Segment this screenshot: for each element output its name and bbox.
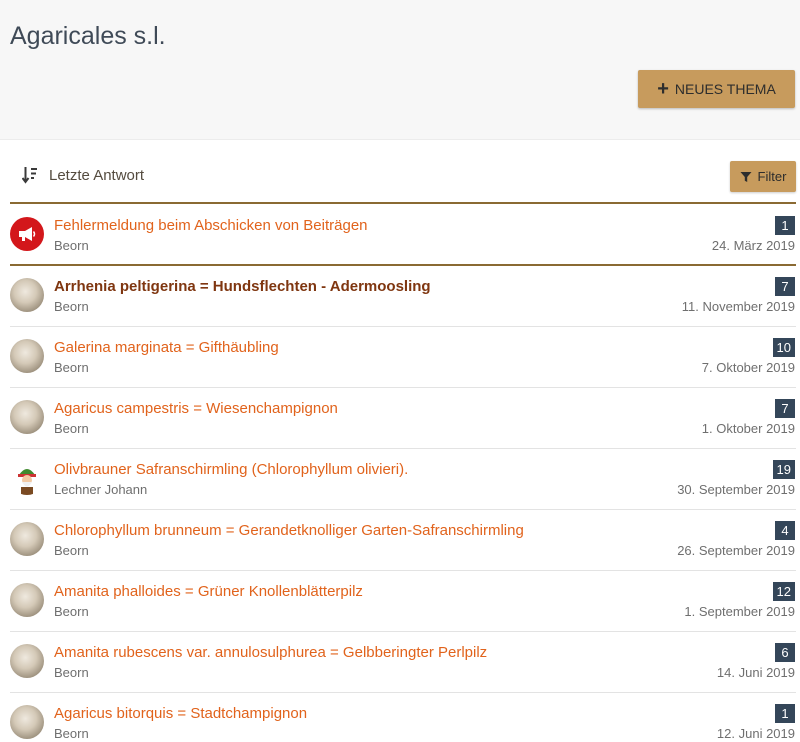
reply-count-badge: 1 bbox=[775, 216, 795, 235]
reply-count-badge: 7 bbox=[775, 399, 795, 418]
topic-author[interactable]: Beorn bbox=[54, 360, 89, 375]
topic-title-link[interactable]: Arrhenia peltigerina = Hundsflechten - A… bbox=[54, 278, 431, 295]
topic-title-link[interactable]: Chlorophyllum brunneum = Gerandetknollig… bbox=[54, 522, 524, 539]
topic-author[interactable]: Beorn bbox=[54, 543, 89, 558]
reply-count-badge: 6 bbox=[775, 643, 795, 662]
new-topic-label: NEUES THEMA bbox=[674, 81, 776, 97]
page-title: Agaricales s.l. bbox=[10, 22, 166, 50]
user-avatar[interactable] bbox=[10, 705, 44, 739]
reply-count-badge: 19 bbox=[772, 460, 795, 479]
last-reply-date[interactable]: 1. Oktober 2019 bbox=[702, 421, 795, 436]
topic-row[interactable]: Olivbrauner Safranschirmling (Chlorophyl… bbox=[10, 449, 796, 510]
reply-count-badge: 7 bbox=[775, 277, 795, 296]
sort-toggle[interactable]: Letzte Antwort bbox=[22, 166, 144, 184]
last-reply-date[interactable]: 14. Juni 2019 bbox=[717, 665, 795, 680]
topic-author[interactable]: Beorn bbox=[54, 299, 89, 314]
topic-row[interactable]: Chlorophyllum brunneum = Gerandetknollig… bbox=[10, 510, 796, 571]
gnome-avatar[interactable] bbox=[10, 461, 44, 495]
filter-button[interactable]: Filter bbox=[730, 161, 796, 192]
topic-author[interactable]: Beorn bbox=[54, 238, 89, 253]
topic-author[interactable]: Beorn bbox=[54, 665, 89, 680]
filter-icon bbox=[740, 171, 752, 182]
topic-list: Fehlermeldung beim Abschicken von Beiträ… bbox=[10, 205, 796, 742]
plus-icon: + bbox=[657, 78, 669, 100]
reply-count-badge: 12 bbox=[772, 582, 795, 601]
topic-author[interactable]: Beorn bbox=[54, 421, 89, 436]
topic-row[interactable]: Agaricus bitorquis = Stadtchampignon Beor… bbox=[10, 693, 796, 742]
topic-title-link[interactable]: Agaricus campestris = Wiesenchampignon bbox=[54, 400, 338, 417]
topic-title-link[interactable]: Galerina marginata = Gifthäubling bbox=[54, 339, 279, 356]
topic-row[interactable]: Galerina marginata = Gifthäubling Beorn 10… bbox=[10, 327, 796, 388]
reply-count-badge: 4 bbox=[775, 521, 795, 540]
last-reply-date[interactable]: 11. November 2019 bbox=[682, 299, 795, 314]
user-avatar[interactable] bbox=[10, 583, 44, 617]
page-header: Agaricales s.l. + NEUES THEMA bbox=[0, 0, 800, 140]
topic-title-link[interactable]: Amanita phalloides = Grüner Knollenblätt… bbox=[54, 583, 363, 600]
filter-label: Filter bbox=[757, 169, 787, 184]
user-avatar[interactable] bbox=[10, 400, 44, 434]
topic-row[interactable]: Fehlermeldung beim Abschicken von Beiträ… bbox=[10, 205, 796, 266]
topic-author[interactable]: Lechner Johann bbox=[54, 482, 147, 497]
topic-title-link[interactable]: Amanita rubescens var. annulosulphurea =… bbox=[54, 644, 487, 661]
reply-count-badge: 10 bbox=[772, 338, 795, 357]
topic-row[interactable]: Agaricus campestris = Wiesenchampignon Be… bbox=[10, 388, 796, 449]
last-reply-date[interactable]: 1. September 2019 bbox=[684, 604, 795, 619]
last-reply-date[interactable]: 24. März 2019 bbox=[712, 238, 795, 253]
topic-row[interactable]: Arrhenia peltigerina = Hundsflechten - A… bbox=[10, 266, 796, 327]
megaphone-icon[interactable] bbox=[10, 217, 44, 251]
sort-label: Letzte Antwort bbox=[49, 166, 145, 184]
topic-row[interactable]: Amanita phalloides = Grüner Knollenblätt… bbox=[10, 571, 796, 632]
new-topic-button[interactable]: + NEUES THEMA bbox=[638, 70, 795, 108]
last-reply-date[interactable]: 26. September 2019 bbox=[677, 543, 795, 558]
topic-toolbar: Letzte Antwort Filter bbox=[10, 150, 796, 204]
topic-row[interactable]: Amanita rubescens var. annulosulphurea =… bbox=[10, 632, 796, 693]
reply-count-badge: 1 bbox=[775, 704, 795, 723]
last-reply-date[interactable]: 12. Juni 2019 bbox=[717, 726, 795, 741]
last-reply-date[interactable]: 30. September 2019 bbox=[677, 482, 795, 497]
topic-author[interactable]: Beorn bbox=[54, 726, 89, 741]
topic-title-link[interactable]: Fehlermeldung beim Abschicken von Beiträ… bbox=[54, 217, 368, 234]
user-avatar[interactable] bbox=[10, 339, 44, 373]
sort-descending-icon bbox=[22, 167, 37, 184]
topic-title-link[interactable]: Olivbrauner Safranschirmling (Chlorophyl… bbox=[54, 461, 408, 478]
topic-author[interactable]: Beorn bbox=[54, 604, 89, 619]
user-avatar[interactable] bbox=[10, 522, 44, 556]
user-avatar[interactable] bbox=[10, 644, 44, 678]
user-avatar[interactable] bbox=[10, 278, 44, 312]
topic-title-link[interactable]: Agaricus bitorquis = Stadtchampignon bbox=[54, 705, 307, 722]
last-reply-date[interactable]: 7. Oktober 2019 bbox=[702, 360, 795, 375]
